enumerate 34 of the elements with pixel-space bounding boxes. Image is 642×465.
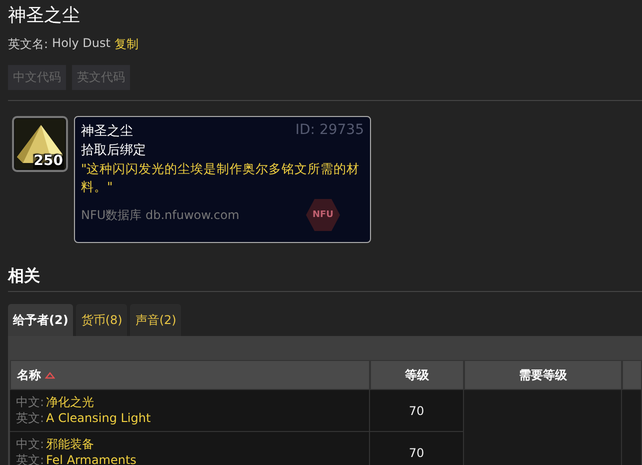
column-title: 名称 bbox=[17, 366, 41, 384]
table-cell: 70 bbox=[370, 390, 464, 432]
column-header[interactable]: 名称 bbox=[10, 360, 370, 390]
table-cell bbox=[622, 432, 642, 465]
tab[interactable]: 货币(8) bbox=[76, 304, 128, 336]
column-header[interactable] bbox=[622, 360, 642, 390]
hexagon-logo: NFU bbox=[306, 198, 340, 232]
item-name: 神圣之尘 bbox=[81, 123, 133, 140]
field-label: 中文: bbox=[16, 437, 44, 451]
copy-link[interactable]: 复制 bbox=[114, 36, 138, 53]
english-name: Holy Dust bbox=[52, 36, 110, 52]
item-id: ID: 29735 bbox=[295, 122, 364, 140]
table-cell: 70 bbox=[370, 432, 464, 465]
table-cell bbox=[622, 390, 642, 432]
column-title: 需要等级 bbox=[519, 366, 568, 384]
section-title: 相关 bbox=[8, 265, 41, 287]
quest-link[interactable]: 邪能装备 bbox=[46, 437, 94, 451]
english-name-label: 英文名: bbox=[8, 36, 48, 53]
sort-arrow-icon bbox=[45, 372, 55, 378]
tab[interactable]: 给予者(2) bbox=[8, 304, 74, 336]
stack-count: 250 bbox=[32, 154, 64, 169]
flavor-text: "这种闪闪发光的尘埃是制作奥尔多铭文所需的材料。" bbox=[81, 160, 361, 196]
page-title: 神圣之尘 bbox=[8, 4, 81, 28]
column-title: 等级 bbox=[404, 366, 429, 384]
column-header[interactable]: 等级 bbox=[370, 360, 464, 390]
tab[interactable]: 声音(2) bbox=[130, 304, 182, 336]
column-header[interactable]: 需要等级 bbox=[464, 360, 622, 390]
quest-link[interactable]: A Cleansing Light bbox=[46, 411, 151, 425]
field-label: 中文: bbox=[16, 395, 44, 409]
quest-link[interactable]: 净化之光 bbox=[46, 395, 94, 409]
binding-text: 拾取后绑定 bbox=[81, 142, 147, 159]
source-text: NFU数据库 db.nfuwow.com bbox=[81, 206, 240, 224]
quest-link[interactable]: Fel Armaments bbox=[46, 453, 136, 465]
field-label: 英文: bbox=[16, 411, 44, 425]
